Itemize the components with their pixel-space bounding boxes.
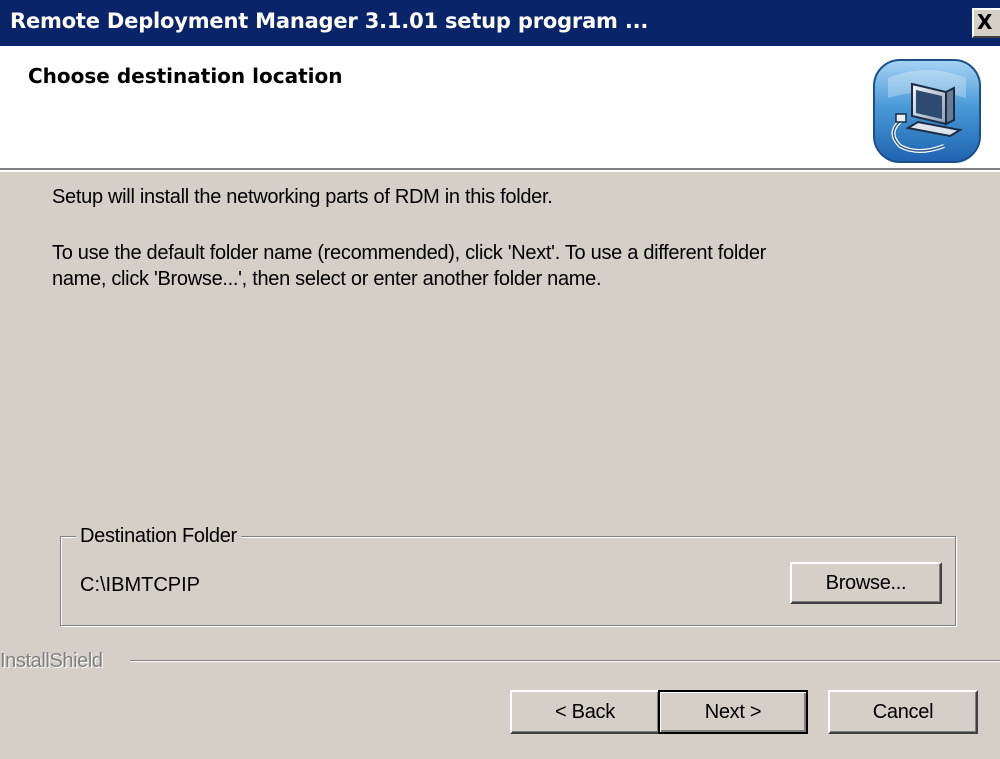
destination-path: C:\IBMTCPIP bbox=[80, 574, 201, 596]
instruction-text-line-2: name, click 'Browse...', then select or … bbox=[52, 268, 602, 290]
header-panel: Choose destination location bbox=[0, 46, 1000, 172]
intro-text: Setup will install the networking parts … bbox=[52, 186, 553, 208]
installshield-brand: InstallShield bbox=[0, 648, 111, 674]
close-icon: X bbox=[977, 10, 993, 34]
close-button[interactable]: X bbox=[972, 8, 1000, 38]
setup-computer-icon bbox=[873, 59, 981, 163]
footer-divider bbox=[130, 660, 1000, 662]
window-title: Remote Deployment Manager 3.1.01 setup p… bbox=[10, 9, 649, 33]
instruction-text-line-1: To use the default folder name (recommen… bbox=[52, 242, 767, 264]
next-button[interactable]: Next > bbox=[658, 690, 808, 734]
title-bar[interactable]: Remote Deployment Manager 3.1.01 setup p… bbox=[0, 0, 1000, 46]
destination-folder-label: Destination Folder bbox=[76, 524, 241, 548]
setup-dialog: Remote Deployment Manager 3.1.01 setup p… bbox=[0, 0, 1000, 759]
cancel-button[interactable]: Cancel bbox=[828, 690, 978, 734]
back-button[interactable]: < Back bbox=[510, 690, 660, 734]
browse-button[interactable]: Browse... bbox=[790, 562, 942, 604]
page-title: Choose destination location bbox=[28, 64, 343, 88]
